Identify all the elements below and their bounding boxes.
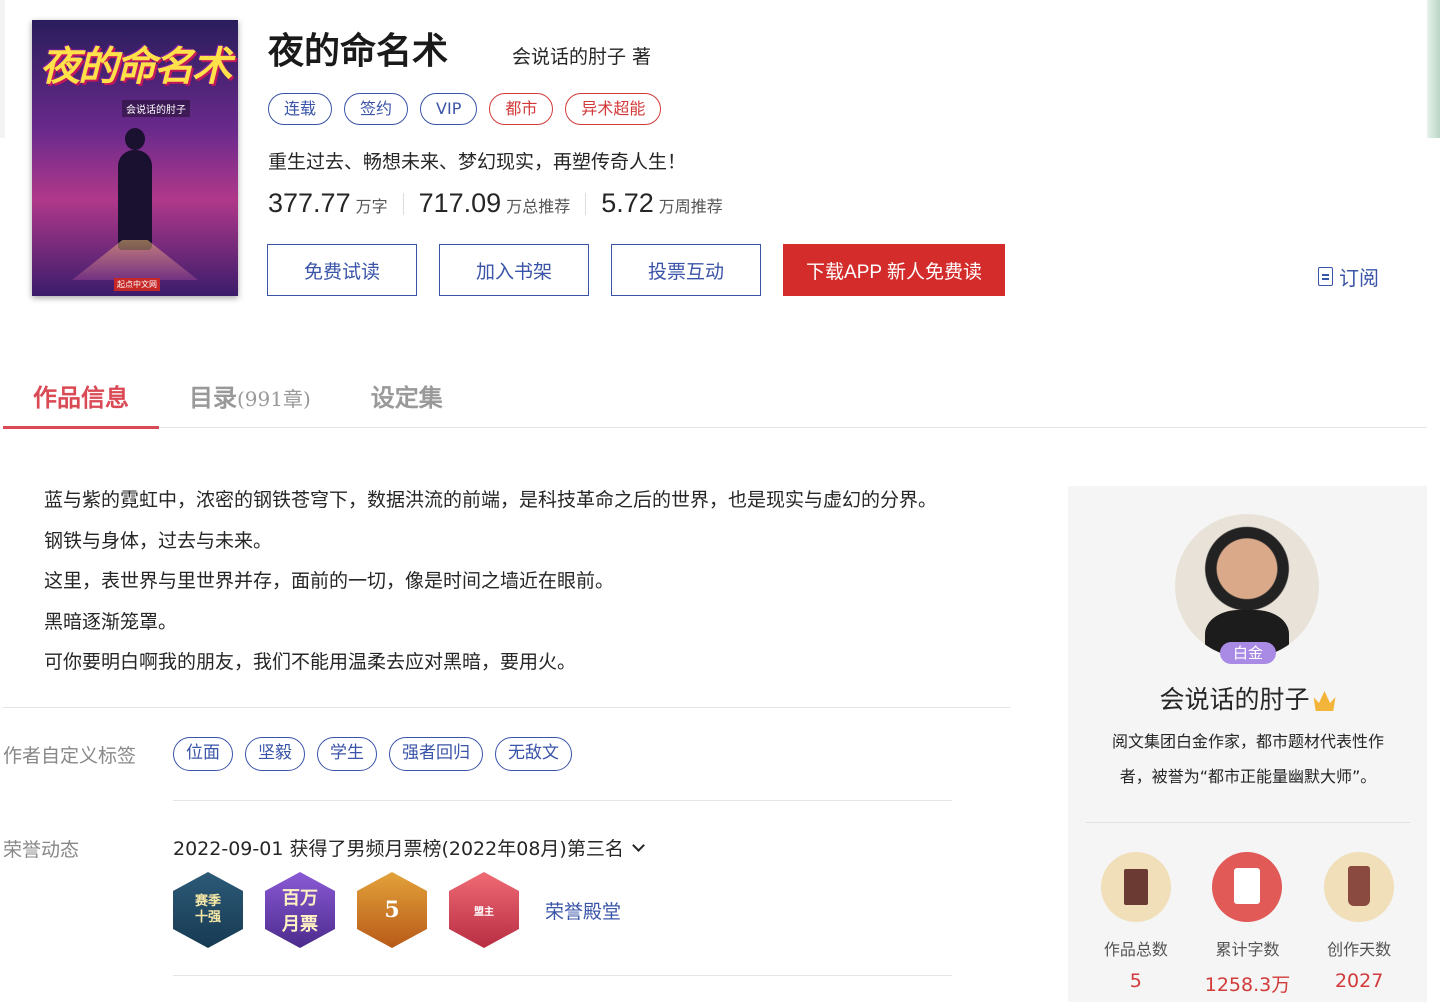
add-to-shelf-button[interactable]: 加入书架: [439, 244, 589, 296]
author-bio: 阅文集团白金作家，都市题材代表性作者，被誉为“都市正能量幽默大师”。: [1111, 732, 1384, 786]
author-stat-label: 累计字数: [1215, 940, 1280, 959]
author-avatar[interactable]: [1175, 514, 1319, 658]
custom-tags: 位面 坚毅 学生 强者回归 无敌文: [173, 737, 572, 771]
leader-badge-icon[interactable]: 盟主: [449, 872, 519, 948]
cover-publisher-art: 起点中文网: [114, 278, 160, 291]
stat-divider: [585, 192, 587, 215]
author-stat-days: 创作天数 2027: [1309, 852, 1409, 997]
author-stat-label: 创作天数: [1327, 940, 1392, 959]
manuscript-icon: [1212, 852, 1283, 922]
custom-tag[interactable]: 位面: [173, 737, 233, 771]
stat-total-recommend: 717.09: [418, 188, 502, 218]
description-line: 可你要明白啊我的朋友，我们不能用温柔去应对黑暗，要用火。: [44, 651, 577, 673]
book-author[interactable]: 会说话的肘子 著: [512, 42, 651, 69]
author-stat-label: 作品总数: [1103, 940, 1168, 959]
tab-book-info-label: 作品信息: [33, 383, 129, 412]
author-stat-value: 2027: [1334, 970, 1384, 992]
right-edge-decoration: [1427, 0, 1440, 138]
description-line: 蓝与紫的霓虹中，浓密的钢铁苍穹下，数据洪流的前端，是科技革命之后的世界，也是现实…: [44, 489, 938, 511]
stat-word-count-unit: 万字: [355, 197, 388, 216]
honor-hall-link[interactable]: 荣誉殿堂: [545, 897, 621, 924]
stat-total-recommend-unit: 万总推荐: [506, 197, 571, 216]
tag-vip[interactable]: VIP: [420, 93, 478, 125]
cover-title-art: 夜的命名术: [40, 43, 232, 90]
download-app-button[interactable]: 下载APP 新人免费读: [783, 244, 1005, 296]
tab-catalog-label: 目录: [189, 383, 237, 412]
tab-catalog[interactable]: 目录(991章): [159, 360, 341, 428]
custom-tag[interactable]: 学生: [317, 737, 377, 771]
million-monthly-ticket-badge-icon[interactable]: 百万 月票: [265, 872, 335, 948]
book-actions: 免费试读 加入书架 投票互动 下载APP 新人免费读: [267, 244, 1005, 296]
content-tabs: 作品信息 目录(991章) 设定集: [3, 360, 1427, 429]
five-star-badge-icon[interactable]: 5: [357, 872, 427, 948]
author-name[interactable]: 会说话的肘子: [1068, 680, 1427, 716]
tab-settings-label: 设定集: [370, 383, 443, 412]
book-title: 夜的命名术: [268, 31, 449, 72]
author-stats: 作品总数 5 累计字数 1258.3万 创作天数 2027: [1068, 852, 1427, 997]
custom-tag[interactable]: 强者回归: [389, 737, 483, 771]
description-line: 这里，表世界与里世界并存，面前的一切，像是时间之墙近在眼前。: [44, 570, 615, 592]
tab-settings[interactable]: 设定集: [341, 360, 473, 428]
vote-button[interactable]: 投票互动: [611, 244, 761, 296]
stat-divider: [402, 192, 404, 215]
book-intro: 重生过去、畅想未来、梦幻现实，再塑传奇人生！: [268, 151, 687, 173]
tab-book-info[interactable]: 作品信息: [3, 360, 159, 429]
stat-week-recommend: 5.72: [601, 188, 654, 218]
book-description: 蓝与紫的霓虹中，浓密的钢铁苍穹下，数据洪流的前端，是科技革命之后的世界，也是现实…: [44, 480, 937, 683]
coffee-cup-icon: [1324, 852, 1395, 922]
subscribe-label: 订阅: [1339, 266, 1379, 290]
cover-author-art: 会说话的肘子: [122, 100, 190, 117]
cover-figure: [118, 128, 152, 250]
document-icon: [1318, 267, 1333, 286]
free-read-button[interactable]: 免费试读: [267, 244, 417, 296]
author-stat-value: 5: [1129, 970, 1142, 992]
tag-signed[interactable]: 签约: [344, 93, 409, 125]
stat-word-count: 377.77: [268, 188, 351, 218]
tag-status[interactable]: 连载: [268, 93, 333, 125]
tag-category[interactable]: 都市: [489, 93, 554, 125]
honor-badges: 赛季 十强 百万 月票 5 盟主 荣誉殿堂: [173, 872, 621, 948]
author-name-text: 会说话的肘子: [1159, 685, 1310, 714]
cover-neon-path: [72, 240, 198, 280]
divider: [3, 707, 1010, 708]
author-stat-value: 1258.3万: [1204, 974, 1291, 996]
book-icon: [1100, 852, 1171, 922]
book-cover[interactable]: 夜的命名术 会说话的肘子 起点中文网: [32, 20, 238, 296]
stat-week-recommend-unit: 万周推荐: [658, 197, 723, 216]
author-card: 白金 会说话的肘子 阅文集团白金作家，都市题材代表性作者，被誉为“都市正能量幽默…: [1068, 486, 1427, 1002]
honor-latest-dropdown[interactable]: 2022-09-01 获得了男频月票榜(2022年08月)第三名: [173, 834, 645, 861]
book-stats: 377.77 万字 717.09 万总推荐 5.72 万周推荐: [268, 188, 723, 219]
custom-tag[interactable]: 无敌文: [495, 737, 572, 771]
book-tags: 连载 签约 VIP 都市 异术超能: [268, 93, 662, 125]
custom-tag[interactable]: 坚毅: [245, 737, 305, 771]
left-edge-decoration: [0, 0, 5, 138]
author-level-badge: 白金: [1220, 642, 1276, 664]
subscribe-link[interactable]: 订阅: [1318, 262, 1379, 291]
honors-label: 荣誉动态: [3, 839, 80, 861]
divider: [173, 975, 952, 976]
crown-icon: [1313, 691, 1336, 711]
author-stat-works: 作品总数 5: [1086, 852, 1186, 997]
honor-latest-text: 2022-09-01 获得了男频月票榜(2022年08月)第三名: [173, 838, 624, 860]
tab-catalog-count: (991章): [237, 387, 311, 411]
tag-subcategory[interactable]: 异术超能: [565, 93, 662, 125]
description-line: 钢铁与身体，过去与未来。: [44, 529, 273, 552]
description-line: 黑暗逐渐笼罩。: [44, 610, 178, 633]
author-stat-words: 累计字数 1258.3万: [1197, 852, 1297, 997]
season-top10-badge-icon[interactable]: 赛季 十强: [173, 872, 243, 948]
divider: [173, 800, 952, 801]
chevron-down-icon: [631, 839, 645, 852]
divider: [1086, 822, 1410, 823]
custom-tags-label: 作者自定义标签: [3, 745, 137, 767]
